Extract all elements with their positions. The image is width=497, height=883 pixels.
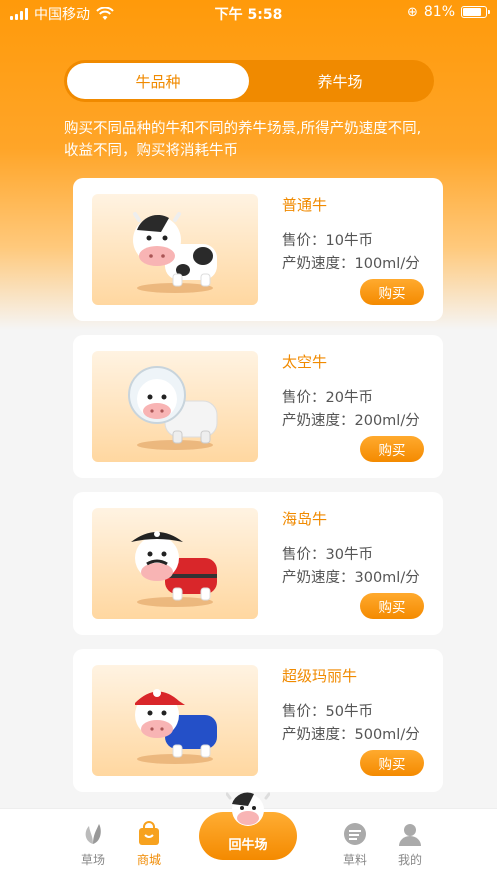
space-cow-icon <box>128 366 218 450</box>
description-text: 购买不同品种的牛和不同的养牛场景,所得产奶速度不同,收益不同，购买将消耗牛币 <box>64 121 422 159</box>
back-to-farm-label: 回牛场 <box>228 838 268 853</box>
cow-card-plain: 普通牛 售价：10牛币 产奶速度：100ml/分 购买 <box>73 178 443 321</box>
user-icon <box>399 824 421 846</box>
hay-icon <box>344 823 366 845</box>
cow-name: 海岛牛 <box>282 510 328 528</box>
cow-image <box>92 351 258 462</box>
tab-cow-breed[interactable]: 牛品种 <box>67 63 249 99</box>
cow-image <box>92 508 258 619</box>
battery-icon <box>461 6 490 18</box>
cow-milk-speed: 产奶速度：200ml/分 <box>282 413 420 429</box>
leaf-icon <box>85 824 101 844</box>
nav-label: 我的 <box>397 853 422 867</box>
nav-label: 商城 <box>136 853 161 867</box>
cow-name: 太空牛 <box>282 353 328 371</box>
cow-milk-speed: 产奶速度：500ml/分 <box>282 727 420 743</box>
nav-feed[interactable]: 草料 <box>330 821 380 868</box>
cow-price: 售价：10牛币 <box>282 233 373 249</box>
buy-button[interactable]: 购买 <box>360 593 424 619</box>
buy-button[interactable]: 购买 <box>360 750 424 776</box>
cow-name: 超级玛丽牛 <box>282 667 358 685</box>
cow-milk-speed: 产奶速度：300ml/分 <box>282 570 420 586</box>
tab-cow-farm[interactable]: 养牛场 <box>249 63 431 99</box>
cow-image <box>92 194 258 305</box>
status-bar: 中国移动 下午 5:58 ⊕ 81% <box>0 0 497 26</box>
shopping-bag-icon <box>139 821 159 845</box>
nav-shop[interactable]: 商城 <box>124 821 174 868</box>
cow-price: 售价：30牛币 <box>282 547 373 563</box>
buy-button[interactable]: 购买 <box>360 436 424 462</box>
buy-button[interactable]: 购买 <box>360 279 424 305</box>
nav-mine[interactable]: 我的 <box>385 821 435 868</box>
nav-grassland[interactable]: 草场 <box>68 821 118 868</box>
cow-milk-speed: 产奶速度：100ml/分 <box>282 256 420 272</box>
cow-card-pirate: 海岛牛 售价：30牛币 产奶速度：300ml/分 购买 <box>73 492 443 635</box>
cow-price: 售价：50牛币 <box>282 704 373 720</box>
cow-image <box>92 665 258 776</box>
cow-card-mario: 超级玛丽牛 售价：50牛币 产奶速度：500ml/分 购买 <box>73 649 443 792</box>
breed-tabs: 牛品种 养牛场 <box>64 60 434 102</box>
battery-percent: 81% <box>423 4 455 20</box>
pirate-cow-icon <box>131 531 217 607</box>
plain-cow-icon <box>133 212 217 293</box>
nav-label: 草场 <box>80 853 105 867</box>
rotation-lock-icon: ⊕ <box>406 4 418 20</box>
cow-head-icon <box>226 792 270 826</box>
nav-label: 草料 <box>342 853 367 867</box>
mario-cow-icon <box>135 689 217 764</box>
cow-name: 普通牛 <box>282 196 328 214</box>
cow-card-space: 太空牛 售价：20牛币 产奶速度：200ml/分 购买 <box>73 335 443 478</box>
cow-price: 售价：20牛币 <box>282 390 373 406</box>
